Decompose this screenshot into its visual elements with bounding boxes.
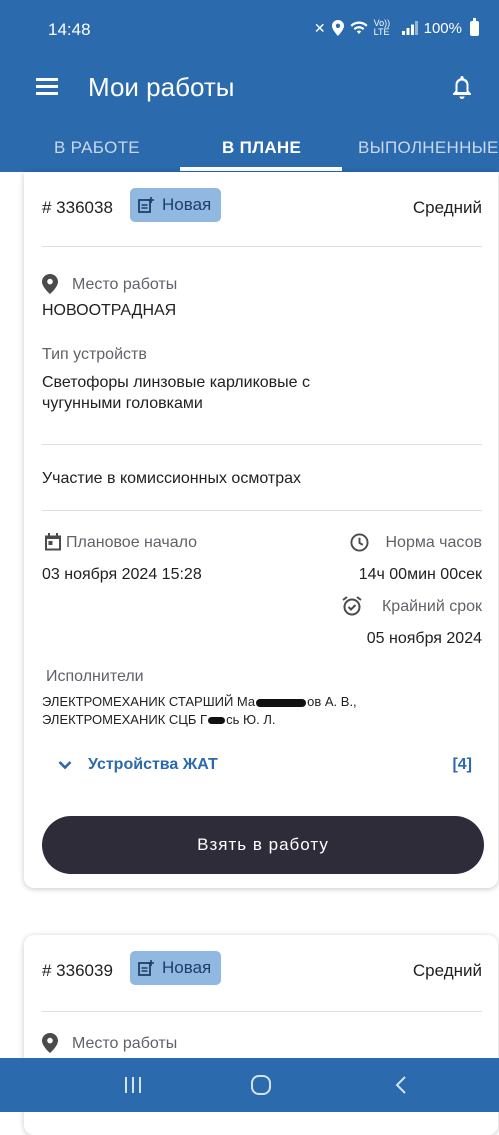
system-navigation-bar [0, 1058, 499, 1112]
priority-label: Средний [412, 198, 482, 217]
page-title: Мои работы [88, 72, 235, 102]
battery-percent: 100% [423, 19, 462, 37]
status-icons: ✕ Vo)) LTE 100% [313, 17, 479, 37]
work-order-card[interactable]: # 336038 Новая Средний Место работы НОВО… [24, 172, 498, 888]
status-bar: 14:48 ✕ Vo)) LTE 100% [0, 0, 499, 58]
status-badge: Новая [130, 951, 222, 985]
device-type-label: Тип устройств [42, 346, 147, 363]
location-icon [331, 20, 344, 36]
recent-apps-button[interactable] [88, 1058, 178, 1112]
calendar-icon [45, 533, 61, 551]
devices-expander[interactable]: Устройства ЖАТ [58, 756, 218, 774]
devices-count: [4] [452, 756, 472, 773]
planned-start-label: Плановое начало [66, 534, 198, 551]
battery-icon [470, 17, 479, 36]
home-icon [251, 1075, 271, 1095]
bell-icon[interactable] [450, 74, 474, 100]
status-badge-label: Новая [162, 958, 212, 977]
app-bar: Мои работы [0, 58, 499, 116]
divider [42, 246, 482, 247]
signal-icon [401, 21, 418, 35]
priority-label: Средний [412, 961, 482, 980]
hours-norm-value: 14ч 00мин 00сек [358, 566, 482, 583]
divider [42, 444, 482, 445]
location-pin-icon [42, 274, 58, 294]
device-type-line-1: Светофоры линзовые карликовые с [42, 374, 310, 391]
status-badge: Новая [130, 188, 222, 222]
executor-2-name-start: ЭЛЕКТРОМЕХАНИК СЦБ Г [42, 712, 208, 727]
status-time: 14:48 [48, 20, 91, 39]
device-type-line-2: чугунными головками [42, 395, 203, 412]
location-label: Место работы [72, 276, 178, 293]
chevron-down-icon [58, 761, 72, 770]
redacted-block [208, 717, 226, 725]
divider [42, 1011, 482, 1012]
executor-1-name-end: ов А. В., [307, 694, 357, 709]
hamburger-menu-icon[interactable] [36, 78, 58, 95]
take-to-work-button[interactable]: Взять в работу [42, 816, 484, 874]
new-note-icon [138, 960, 154, 976]
devices-link-label: Устройства ЖАТ [88, 756, 218, 773]
order-number: # 336039 [42, 961, 113, 980]
back-icon [395, 1076, 406, 1094]
executor-2-name-end: сь Ю. Л. [226, 712, 276, 727]
back-button[interactable] [356, 1058, 446, 1112]
deadline-value: 05 ноября 2024 [366, 630, 482, 647]
executor-line-2: ЭЛЕКТРОМЕХАНИК СЦБ Г сь Ю. Л. [42, 712, 275, 727]
tab-in-progress[interactable]: В РАБОТЕ [54, 138, 140, 158]
location-value: НОВООТРАДНАЯ [42, 302, 177, 319]
tab-planned[interactable]: В ПЛАНЕ [222, 138, 301, 158]
divider [42, 510, 482, 511]
order-number: # 336038 [42, 198, 113, 217]
location-label: Место работы [72, 1035, 178, 1052]
recent-apps-icon [125, 1077, 141, 1093]
tab-completed[interactable]: ВЫПОЛНЕННЫЕ [358, 138, 499, 158]
tab-bar: В РАБОТЕ В ПЛАНЕ ВЫПОЛНЕННЫЕ [0, 128, 499, 172]
status-badge-label: Новая [162, 195, 212, 214]
active-tab-indicator [180, 167, 342, 171]
alarm-check-icon [342, 596, 362, 616]
executors-label: Исполнители [46, 668, 144, 685]
deadline-label: Крайний срок [381, 598, 482, 615]
planned-start-value: 03 ноября 2024 15:28 [42, 566, 202, 583]
home-button[interactable] [216, 1058, 306, 1112]
location-pin-icon [42, 1033, 58, 1053]
wifi-icon [350, 21, 368, 34]
mute-icon: ✕ [313, 19, 326, 36]
hours-norm-label: Норма часов [385, 534, 482, 551]
clock-icon [350, 533, 369, 552]
executor-line-1: ЭЛЕКТРОМЕХАНИК СТАРШИЙ Ма ов А. В., [42, 694, 357, 709]
task-description: Участие в комиссионных осмотрах [42, 470, 301, 487]
network-type: Vo)) LTE [373, 18, 391, 37]
executor-1-name-start: ЭЛЕКТРОМЕХАНИК СТАРШИЙ Ма [42, 694, 256, 709]
redacted-block [256, 698, 307, 707]
new-note-icon [138, 197, 154, 213]
